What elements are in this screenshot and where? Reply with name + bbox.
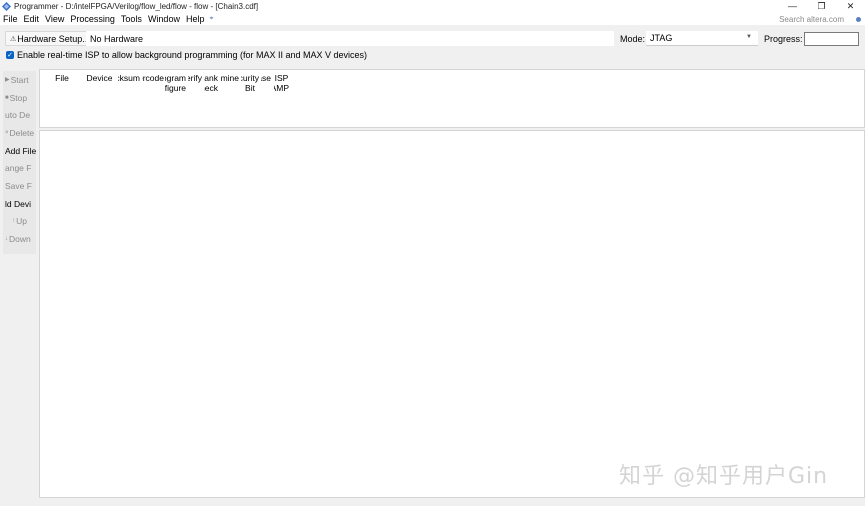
column-header-security-bit[interactable]: SecurityBit xyxy=(241,73,259,93)
minimize-button[interactable]: — xyxy=(778,0,807,12)
menu-file[interactable]: File xyxy=(0,14,21,24)
menu-help[interactable]: Help xyxy=(183,14,208,24)
menu-window[interactable]: Window xyxy=(145,14,183,24)
column-header-usercode[interactable]: Usercode xyxy=(142,73,164,83)
restore-button[interactable]: ❐ xyxy=(807,0,836,12)
column-security-line1: Security xyxy=(241,73,259,83)
auto-detect-button[interactable]: uto De xyxy=(3,106,36,124)
column-isp-line2: CLAMP xyxy=(274,83,289,93)
hardware-setup-icon: ⚠ xyxy=(10,35,17,43)
close-button[interactable]: ✕ xyxy=(836,0,865,12)
stop-button[interactable]: ■ Stop xyxy=(3,89,36,107)
save-file-button[interactable]: Save F xyxy=(3,177,36,195)
progress-label: Progress: xyxy=(764,34,803,44)
programmer-app-icon xyxy=(2,1,11,11)
column-verify-line1: Verify xyxy=(188,73,202,83)
save-file-label: Save F xyxy=(5,180,32,191)
down-label: Down xyxy=(9,234,31,245)
column-header-device[interactable]: Device xyxy=(84,73,115,83)
add-device-label: ld Devi xyxy=(5,198,31,209)
column-header-examine[interactable]: Examine xyxy=(221,73,239,83)
column-header-blank-check[interactable]: Blank-Check xyxy=(204,73,218,93)
progress-bar xyxy=(804,32,859,46)
isp-option[interactable]: ✓ Enable real-time ISP to allow backgrou… xyxy=(6,49,367,61)
add-device-button[interactable]: ld Devi xyxy=(3,195,36,213)
column-program-line1: Program/ xyxy=(165,73,186,83)
mode-select-value: JTAG xyxy=(650,33,673,43)
menu-bar: File Edit View Processing Tools Window H… xyxy=(0,12,865,25)
watermark: 知乎 @知乎用户Gin xyxy=(619,464,829,489)
isp-label: Enable real-time ISP to allow background… xyxy=(17,50,367,60)
up-button[interactable]: ↑ Up xyxy=(3,213,36,231)
column-header-program-configure[interactable]: Program/Configure xyxy=(165,73,186,93)
column-header-verify[interactable]: Verify xyxy=(188,73,202,83)
chevron-down-icon: ▼ xyxy=(746,34,752,40)
column-file-line1: File xyxy=(55,73,69,83)
stop-icon: ■ xyxy=(5,94,9,101)
column-examine-line1: Examine xyxy=(221,73,239,83)
search-icon[interactable] xyxy=(856,16,861,22)
column-header-file[interactable]: File xyxy=(48,73,76,83)
title-bar: Programmer - D:/intelFPGA/Verilog/flow_l… xyxy=(0,0,865,12)
device-table: File Device Checksum Usercode Program/Co… xyxy=(39,69,865,128)
menu-tools[interactable]: Tools xyxy=(118,14,145,24)
mode-select[interactable]: JTAG ▼ xyxy=(646,31,758,46)
auto-detect-label: uto De xyxy=(5,110,31,121)
column-device-line1: Device xyxy=(86,73,113,83)
mode-label: Mode: xyxy=(620,34,646,44)
start-icon: ▶ xyxy=(5,77,10,84)
isp-checkbox[interactable]: ✓ xyxy=(6,51,14,59)
delete-label: Delete xyxy=(9,127,35,138)
search-input[interactable]: Search altera.com xyxy=(779,15,844,24)
change-file-label: ange F xyxy=(5,163,32,174)
column-blank-line2: Check xyxy=(204,83,218,93)
column-header-erase[interactable]: Erase xyxy=(261,73,271,83)
column-security-line2: Bit xyxy=(245,83,255,93)
add-file-label: Add File xyxy=(5,145,36,156)
arrow-up-icon: ↑ xyxy=(12,218,16,225)
column-checksum-line1: Checksum xyxy=(118,73,140,83)
column-erase-line1: Erase xyxy=(261,73,271,83)
help-pin-icon[interactable]: ⌖ xyxy=(209,15,213,23)
search-area[interactable]: Search altera.com xyxy=(779,13,861,25)
window-title: Programmer - D:/intelFPGA/Verilog/flow_l… xyxy=(14,1,259,11)
up-label: Up xyxy=(16,216,27,227)
delete-button[interactable]: × Delete xyxy=(3,124,36,142)
column-blank-line1: Blank- xyxy=(204,73,218,83)
column-program-line2: Configure xyxy=(165,83,186,93)
hardware-setup-label: Hardware Setup... xyxy=(17,33,90,44)
stop-label: Stop xyxy=(9,92,28,103)
start-button[interactable]: ▶ Start xyxy=(3,71,36,89)
hardware-value-field: No Hardware xyxy=(86,31,614,46)
down-button[interactable]: ↓ Down xyxy=(3,230,36,248)
start-label: Start xyxy=(10,74,29,85)
window-controls: — ❐ ✕ xyxy=(778,0,865,12)
add-file-button[interactable]: Add File xyxy=(3,142,36,160)
column-header-checksum[interactable]: Checksum xyxy=(118,73,140,83)
column-isp-line1: ISP xyxy=(274,73,289,83)
menu-view[interactable]: View xyxy=(42,14,67,24)
action-sidebar: ▶ Start ■ Stop uto De × Delete Add File ang… xyxy=(3,71,36,254)
arrow-down-icon: ↓ xyxy=(5,236,8,243)
hardware-setup-button[interactable]: ⚠ Hardware Setup... xyxy=(5,31,95,46)
delete-icon: × xyxy=(5,129,9,136)
change-file-button[interactable]: ange F xyxy=(3,159,36,177)
column-usercode-line1: Usercode xyxy=(142,73,164,83)
menu-edit[interactable]: Edit xyxy=(21,14,43,24)
device-chain-panel xyxy=(39,130,865,498)
menu-processing[interactable]: Processing xyxy=(67,14,118,24)
column-header-isp-clamp[interactable]: ISPCLAMP xyxy=(274,73,289,93)
